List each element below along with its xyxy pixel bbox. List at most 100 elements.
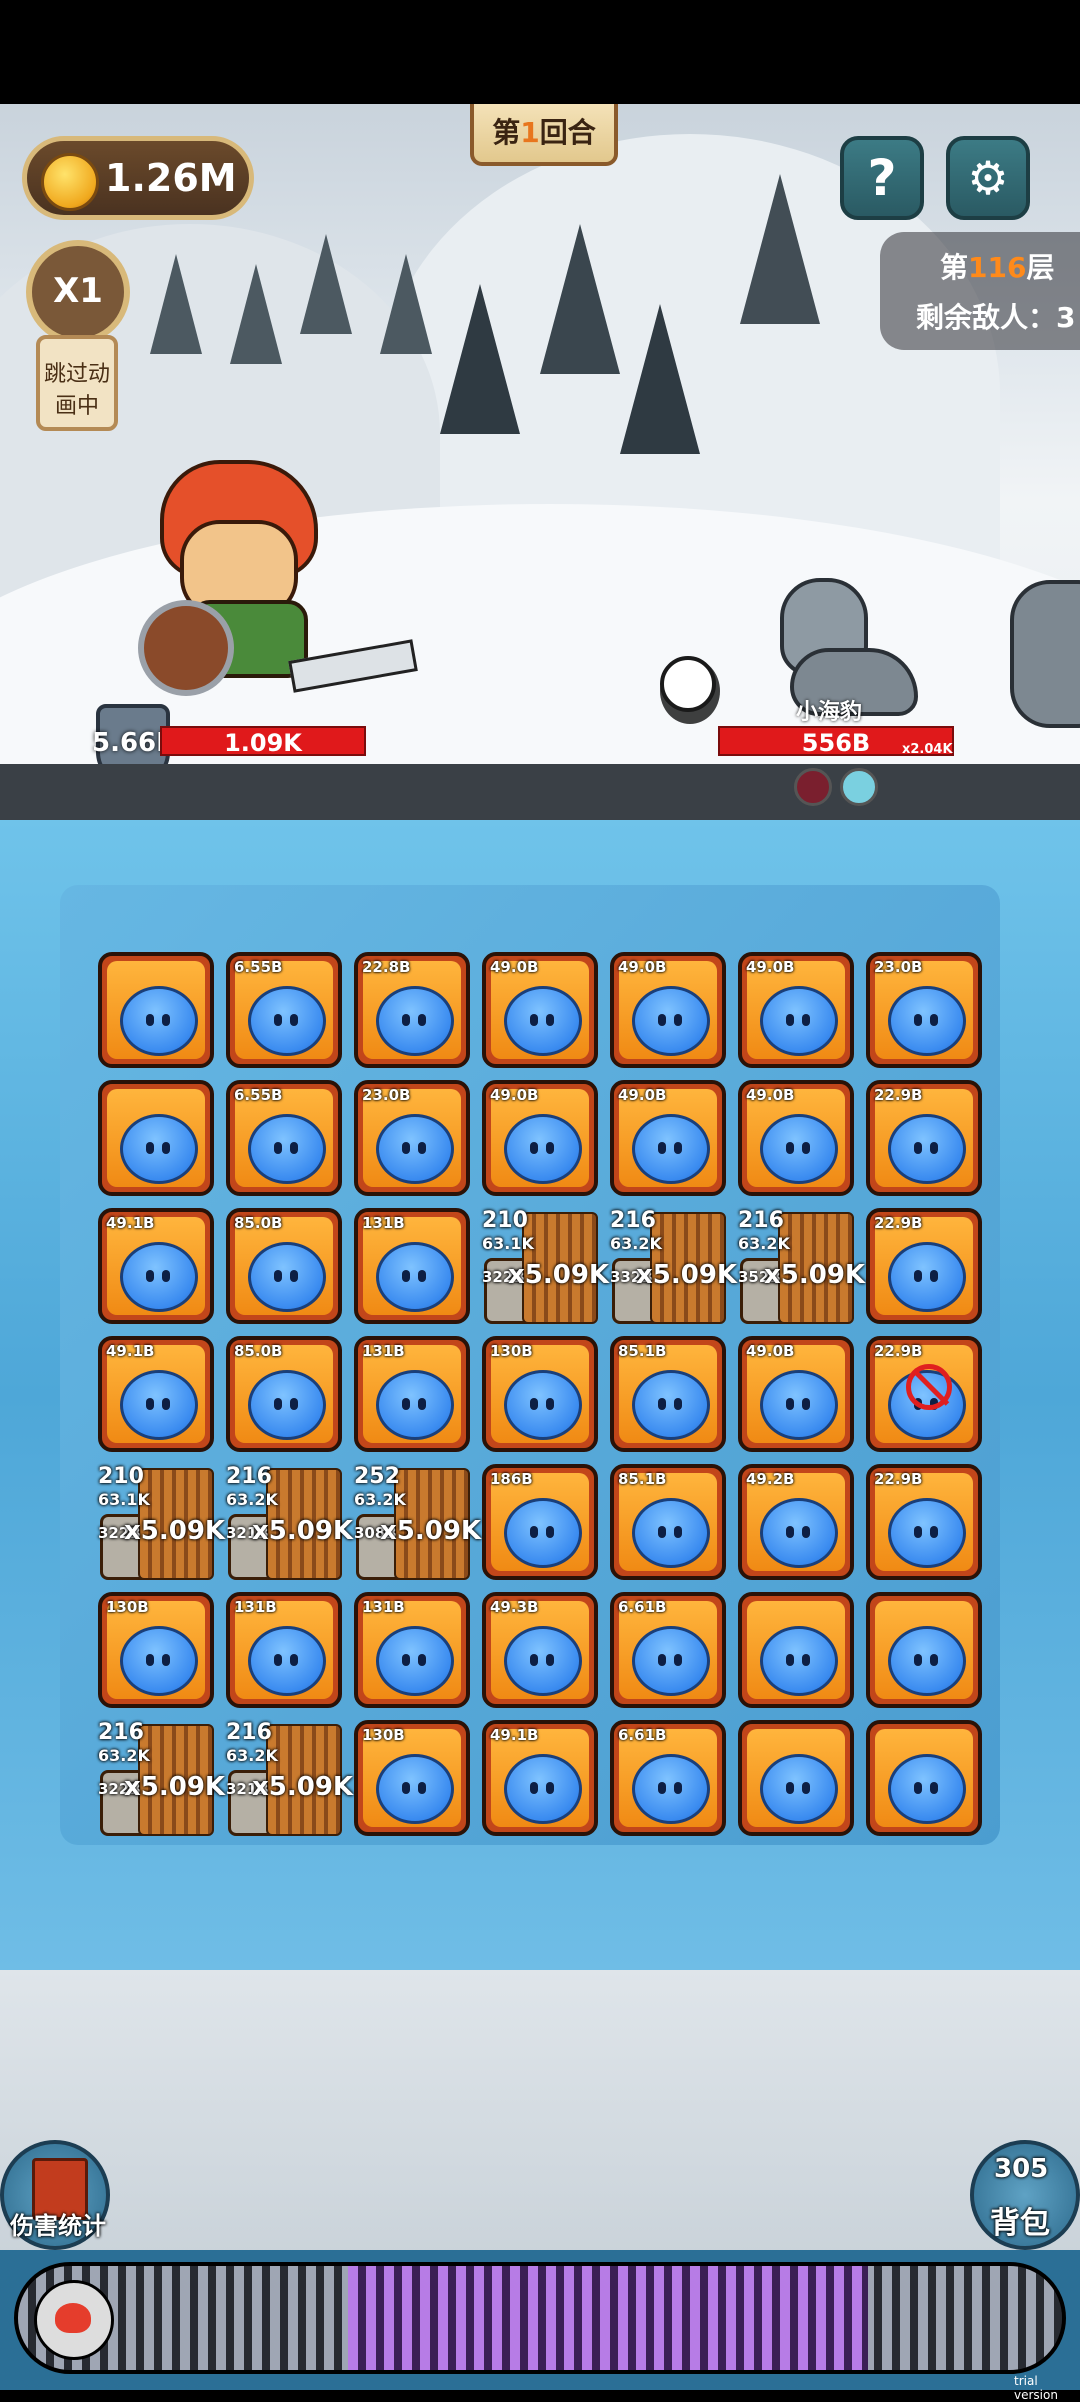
slime-tile[interactable]: 49.2B <box>738 1464 854 1580</box>
slime-eye <box>418 1270 426 1282</box>
backpack-count: 305 <box>994 2154 1049 2184</box>
slime-tile[interactable]: 22.8B <box>354 952 470 1068</box>
tile-value: 49.0B <box>618 958 667 976</box>
slime-tile[interactable]: 131B <box>354 1592 470 1708</box>
slime-tile[interactable]: 131B <box>226 1592 342 1708</box>
slime-tile[interactable] <box>738 1592 854 1708</box>
slime-icon <box>248 986 326 1056</box>
slime-eye <box>402 1398 410 1410</box>
slime-tile[interactable]: 49.0B <box>482 952 598 1068</box>
slime-tile[interactable] <box>866 1720 982 1836</box>
slime-tile[interactable]: 6.55B <box>226 1080 342 1196</box>
merged-tile[interactable]: 216 63.2K 352B x5.09K <box>738 1208 865 1324</box>
merged-tile[interactable]: 210 63.1K 322B x5.09K <box>98 1464 225 1580</box>
slime-icon <box>376 986 454 1056</box>
slime-icon <box>504 1370 582 1440</box>
slime-eye <box>290 1654 298 1666</box>
slime-tile[interactable]: 130B <box>482 1336 598 1452</box>
slime-tile[interactable]: 22.9B <box>866 1208 982 1324</box>
slime-icon <box>760 1626 838 1696</box>
slime-tile[interactable]: 49.1B <box>98 1336 214 1452</box>
slime-icon <box>504 1626 582 1696</box>
skip-animation-toggle[interactable]: 跳过动画中 <box>36 335 118 431</box>
slime-tile[interactable]: 49.0B <box>738 1080 854 1196</box>
merged-tile[interactable]: 210 63.1K 322B x5.09K <box>482 1208 609 1324</box>
slime-tile[interactable]: 131B <box>354 1336 470 1452</box>
slime-tile[interactable]: 6.61B <box>610 1720 726 1836</box>
slime-tile[interactable] <box>738 1720 854 1836</box>
slime-tile[interactable]: 85.0B <box>226 1208 342 1324</box>
slime-tile[interactable] <box>98 952 214 1068</box>
slime-tile[interactable]: 85.0B <box>226 1336 342 1452</box>
slime-tile[interactable]: 22.9B <box>866 1464 982 1580</box>
slime-eye <box>930 1142 938 1154</box>
merged-tile[interactable]: 216 63.2K 332B x5.09K <box>610 1208 737 1324</box>
tile-multiplier: x5.09K <box>508 1260 610 1290</box>
pine-tree <box>440 284 520 434</box>
tile-value: 22.9B <box>874 1086 923 1104</box>
slime-tile[interactable]: 49.0B <box>738 952 854 1068</box>
help-button[interactable]: ? <box>840 136 924 220</box>
slime-icon <box>120 1370 198 1440</box>
slime-tile[interactable]: 49.1B <box>482 1720 598 1836</box>
slime-eye <box>930 1782 938 1794</box>
slime-eye <box>658 1782 666 1794</box>
slime-icon <box>888 986 966 1056</box>
tile-value: 131B <box>362 1342 405 1360</box>
tile-level: 216 <box>226 1464 272 1489</box>
slime-tile[interactable]: 22.9B <box>866 1336 982 1452</box>
slime-icon <box>632 986 710 1056</box>
tile-level: 210 <box>98 1464 144 1489</box>
timeline-purple-segment <box>348 2266 868 2370</box>
tile-value: 130B <box>490 1342 533 1360</box>
slime-tile[interactable]: 186B <box>482 1464 598 1580</box>
slime-tile[interactable]: 85.1B <box>610 1464 726 1580</box>
slime-tile[interactable]: 49.1B <box>98 1208 214 1324</box>
slime-tile[interactable]: 49.0B <box>738 1336 854 1452</box>
slime-eye <box>674 1654 682 1666</box>
slime-tile[interactable]: 23.0B <box>354 1080 470 1196</box>
slime-eye <box>418 1398 426 1410</box>
slime-eye <box>786 1526 794 1538</box>
merged-tile[interactable]: 216 63.2K 321B x5.09K <box>226 1464 353 1580</box>
merged-tile[interactable]: 252 63.2K 308B x5.09K <box>354 1464 481 1580</box>
slime-tile[interactable]: 49.0B <box>610 952 726 1068</box>
trial-watermark: trial version <box>1014 2374 1058 2402</box>
tile-stat: 63.2K <box>226 1490 278 1509</box>
tile-stat: 63.2K <box>354 1490 406 1509</box>
merged-tile[interactable]: 216 63.2K 322B x5.09K <box>98 1720 225 1836</box>
coin-counter[interactable]: 1.26M <box>22 136 254 220</box>
slime-tile[interactable]: 49.0B <box>610 1080 726 1196</box>
slime-eye <box>274 1654 282 1666</box>
tile-value: 131B <box>234 1598 277 1616</box>
slime-tile[interactable]: 6.55B <box>226 952 342 1068</box>
slime-tile[interactable]: 130B <box>354 1720 470 1836</box>
slime-eye <box>274 1398 282 1410</box>
settings-button[interactable]: ⚙ <box>946 136 1030 220</box>
slime-icon <box>376 1626 454 1696</box>
slime-eye <box>274 1142 282 1154</box>
slime-tile[interactable]: 22.9B <box>866 1080 982 1196</box>
merged-tile[interactable]: 216 63.2K 321B x5.09K <box>226 1720 353 1836</box>
tile-value: 49.0B <box>746 1342 795 1360</box>
speed-toggle-button[interactable]: X1 <box>26 240 130 344</box>
slime-tile[interactable]: 6.61B <box>610 1592 726 1708</box>
slime-tile[interactable]: 130B <box>98 1592 214 1708</box>
slime-tile[interactable]: 49.0B <box>482 1080 598 1196</box>
slime-tile[interactable] <box>866 1592 982 1708</box>
slime-tile[interactable]: 131B <box>354 1208 470 1324</box>
hero-shield <box>138 600 234 696</box>
slime-icon <box>248 1370 326 1440</box>
slime-eye <box>658 1526 666 1538</box>
slime-eye <box>402 1014 410 1026</box>
slime-icon <box>760 1370 838 1440</box>
slime-tile[interactable]: 23.0B <box>866 952 982 1068</box>
slime-tile[interactable]: 49.3B <box>482 1592 598 1708</box>
pine-tree <box>620 304 700 454</box>
slime-eye <box>530 1782 538 1794</box>
slime-tile[interactable]: 85.1B <box>610 1336 726 1452</box>
tile-multiplier: x5.09K <box>252 1516 354 1546</box>
slime-tile[interactable] <box>98 1080 214 1196</box>
tile-value: 131B <box>362 1598 405 1616</box>
tile-value: 49.0B <box>746 1086 795 1104</box>
